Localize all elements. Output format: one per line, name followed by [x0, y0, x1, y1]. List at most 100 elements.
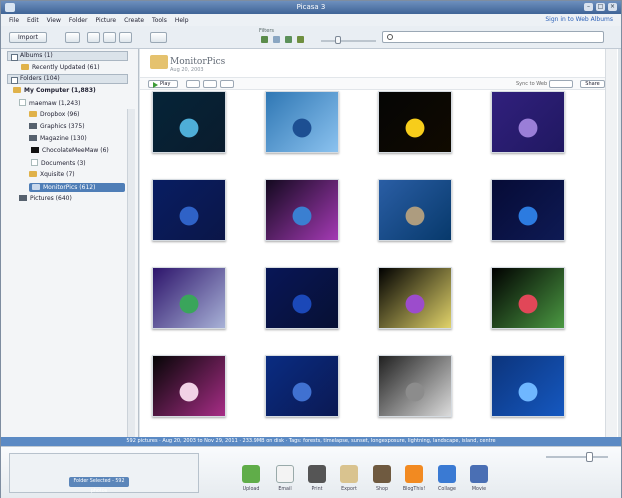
geo-filter-icon[interactable] [297, 36, 304, 43]
video-filter-icon[interactable] [273, 36, 280, 43]
sync-toggle[interactable] [549, 80, 573, 88]
tree-monitorpics[interactable]: MonitorPics (612) [29, 183, 125, 192]
tree-pictures[interactable]: Pictures (640) [19, 195, 72, 202]
thumbnail-yellow-lily[interactable] [378, 91, 452, 153]
album-icon [21, 64, 29, 70]
movie-label: Movie [471, 487, 487, 492]
view-button-a[interactable] [87, 32, 100, 43]
title-bar: Picasa 3 – □ × [1, 1, 621, 14]
thumbnail-gears-gray[interactable] [378, 355, 452, 417]
tree-magazine[interactable]: Magazine (130) [29, 135, 87, 142]
my-computer[interactable]: My Computer (1,883) [13, 87, 96, 94]
tree-label: Dropbox (96) [40, 111, 80, 118]
thumbnail-red-rose[interactable] [491, 267, 565, 329]
star-filter-icon[interactable] [261, 36, 268, 43]
import-button[interactable]: Import [9, 32, 47, 43]
shop-action[interactable]: Shop [368, 465, 396, 492]
thumbnail-blue-flames[interactable] [491, 355, 565, 417]
tree-label: maemaw (1,243) [29, 100, 81, 107]
grid-scrollbar[interactable] [605, 49, 617, 437]
tree-graphics[interactable]: Graphics (375) [29, 123, 85, 130]
photo-button-b[interactable] [203, 80, 217, 88]
tree-xquisite[interactable]: Xquisite (7) [29, 171, 75, 178]
export-action[interactable]: Export [335, 465, 363, 492]
photo-button-a[interactable] [186, 80, 200, 88]
sync-label: Sync to Web [516, 81, 548, 87]
tree-chocolate[interactable]: ChocolateMeeMaw (6) [31, 147, 109, 154]
thumbnail-blue-sparkles[interactable] [265, 355, 339, 417]
add-button[interactable] [65, 32, 80, 43]
view-button-c[interactable] [119, 32, 132, 43]
folder-panel: Albums (1) Recently Updated (61) Folders… [1, 49, 139, 485]
album-date: Aug 20, 2003 [170, 67, 204, 73]
thumbnail-blue-light-horizon[interactable] [491, 179, 565, 241]
collage-label: Collage [438, 487, 456, 492]
maximize-button[interactable]: □ [596, 3, 605, 11]
tree-documents[interactable]: Documents (3) [31, 159, 86, 167]
blog-action[interactable]: BlogThis! [400, 465, 428, 492]
main-toolbar: Import Filters [1, 26, 621, 49]
tree-maemaw[interactable]: maemaw (1,243) [19, 99, 80, 107]
face-filter-icon[interactable] [285, 36, 292, 43]
shop-label: Shop [375, 487, 389, 492]
folders-section[interactable]: Folders (104) [7, 74, 128, 84]
thumbnail-blue-abstract[interactable] [265, 267, 339, 329]
menu-folder[interactable]: Folder [69, 17, 88, 24]
thumbnail-blue-swirls[interactable] [265, 91, 339, 153]
menu-bar: File Edit View Folder Picture Create Too… [1, 14, 621, 26]
photo-grid-panel: MonitorPics Aug 20, 2003 Play Sync to We… [140, 49, 618, 437]
upload-action[interactable]: Upload [237, 465, 265, 492]
image-folder-icon [19, 195, 27, 201]
upload-icon [242, 465, 260, 483]
image-folder-icon [29, 123, 37, 129]
tree-label: Pictures (640) [30, 195, 72, 202]
folder-icon [19, 99, 26, 106]
thumbnail-violet-bokeh[interactable] [491, 91, 565, 153]
signin-link[interactable]: Sign in to Web Albums [545, 16, 613, 23]
status-bar: 592 pictures · Aug 20, 2003 to Nov 29, 2… [1, 437, 621, 446]
star-button[interactable] [150, 32, 167, 43]
thumbnail-sea-cliff[interactable] [378, 179, 452, 241]
album-folder-icon [150, 55, 168, 69]
thumbnail-aurora-wave[interactable] [265, 179, 339, 241]
menu-edit[interactable]: Edit [27, 17, 39, 24]
play-button[interactable]: Play [148, 80, 178, 88]
folder-icon [29, 171, 37, 177]
photo-button-c[interactable] [220, 80, 234, 88]
tree-label: Graphics (375) [40, 123, 85, 130]
menu-help[interactable]: Help [175, 17, 189, 24]
view-button-b[interactable] [103, 32, 116, 43]
email-label: Email [278, 487, 292, 492]
tree-dropbox[interactable]: Dropbox (96) [29, 111, 80, 118]
date-slider-knob[interactable] [335, 36, 341, 44]
search-input[interactable] [382, 31, 604, 43]
minimize-button[interactable]: – [584, 3, 593, 11]
menu-picture[interactable]: Picture [95, 17, 116, 24]
movie-action[interactable]: Movie [465, 465, 493, 492]
left-scrollbar[interactable] [127, 109, 135, 485]
selection-label: Folder Selected - 592 photos [69, 477, 129, 494]
folder-icon [29, 111, 37, 117]
filter-icons [261, 36, 304, 43]
close-button[interactable]: × [608, 3, 617, 11]
menu-view[interactable]: View [47, 17, 61, 24]
albums-section[interactable]: Albums (1) [7, 51, 128, 61]
email-action[interactable]: Email [271, 465, 299, 492]
thumbnail-christmas-tree[interactable] [152, 267, 226, 329]
thumbnail-purple-flower[interactable] [378, 267, 452, 329]
thumbnail-pink-lily[interactable] [152, 355, 226, 417]
zoom-slider-track[interactable] [546, 456, 608, 458]
menu-tools[interactable]: Tools [152, 17, 167, 24]
thumbnail-earth-horizon[interactable] [152, 91, 226, 153]
zoom-slider-knob[interactable] [586, 452, 593, 462]
tree-label: MonitorPics (612) [43, 184, 96, 191]
print-action[interactable]: Print [303, 465, 331, 492]
thumbnail-blue-bokeh[interactable] [152, 179, 226, 241]
share-button[interactable]: Share [580, 80, 605, 88]
upload-label: Upload [242, 487, 260, 492]
date-slider-track[interactable] [321, 40, 376, 42]
menu-create[interactable]: Create [124, 17, 144, 24]
recently-updated[interactable]: Recently Updated (61) [21, 64, 100, 71]
menu-file[interactable]: File [9, 17, 19, 24]
collage-action[interactable]: Collage [433, 465, 461, 492]
